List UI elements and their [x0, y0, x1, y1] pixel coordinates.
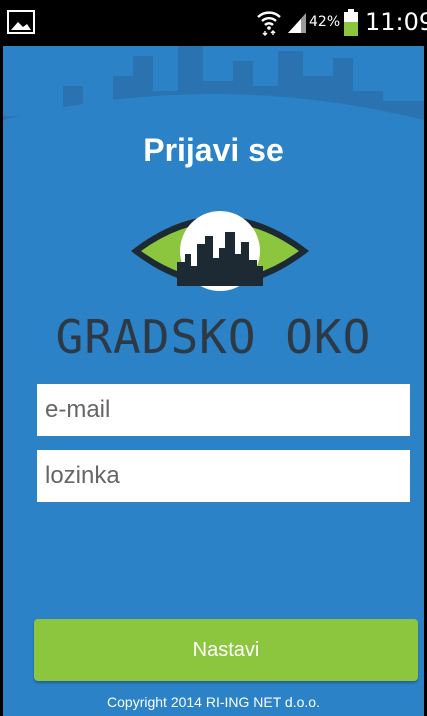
battery-icon	[344, 9, 358, 36]
copyright-text: Copyright 2014 RI-ING NET d.o.o.	[107, 694, 320, 710]
login-screen: Prijavi se GRADSKO OKO Nastavi Copyright…	[3, 46, 424, 716]
brand-name: GRADSKO OKO	[55, 310, 372, 364]
continue-button[interactable]: Nastavi	[34, 619, 418, 681]
device-frame: 42% 11:09 Prijavi se GRADSKO OKO Nastavi…	[3, 0, 427, 716]
page-title: Prijavi se	[143, 132, 284, 168]
image-icon	[7, 10, 35, 34]
signal-icon	[288, 13, 306, 33]
battery-percent: 42%	[309, 14, 341, 30]
status-bar: 42% 11:09	[3, 0, 427, 46]
email-field[interactable]	[37, 384, 410, 436]
wifi-icon	[257, 11, 281, 36]
city-skyline-background	[3, 46, 424, 138]
clock: 11:09	[365, 8, 427, 36]
password-field[interactable]	[37, 450, 410, 502]
eye-logo-icon	[131, 211, 309, 291]
